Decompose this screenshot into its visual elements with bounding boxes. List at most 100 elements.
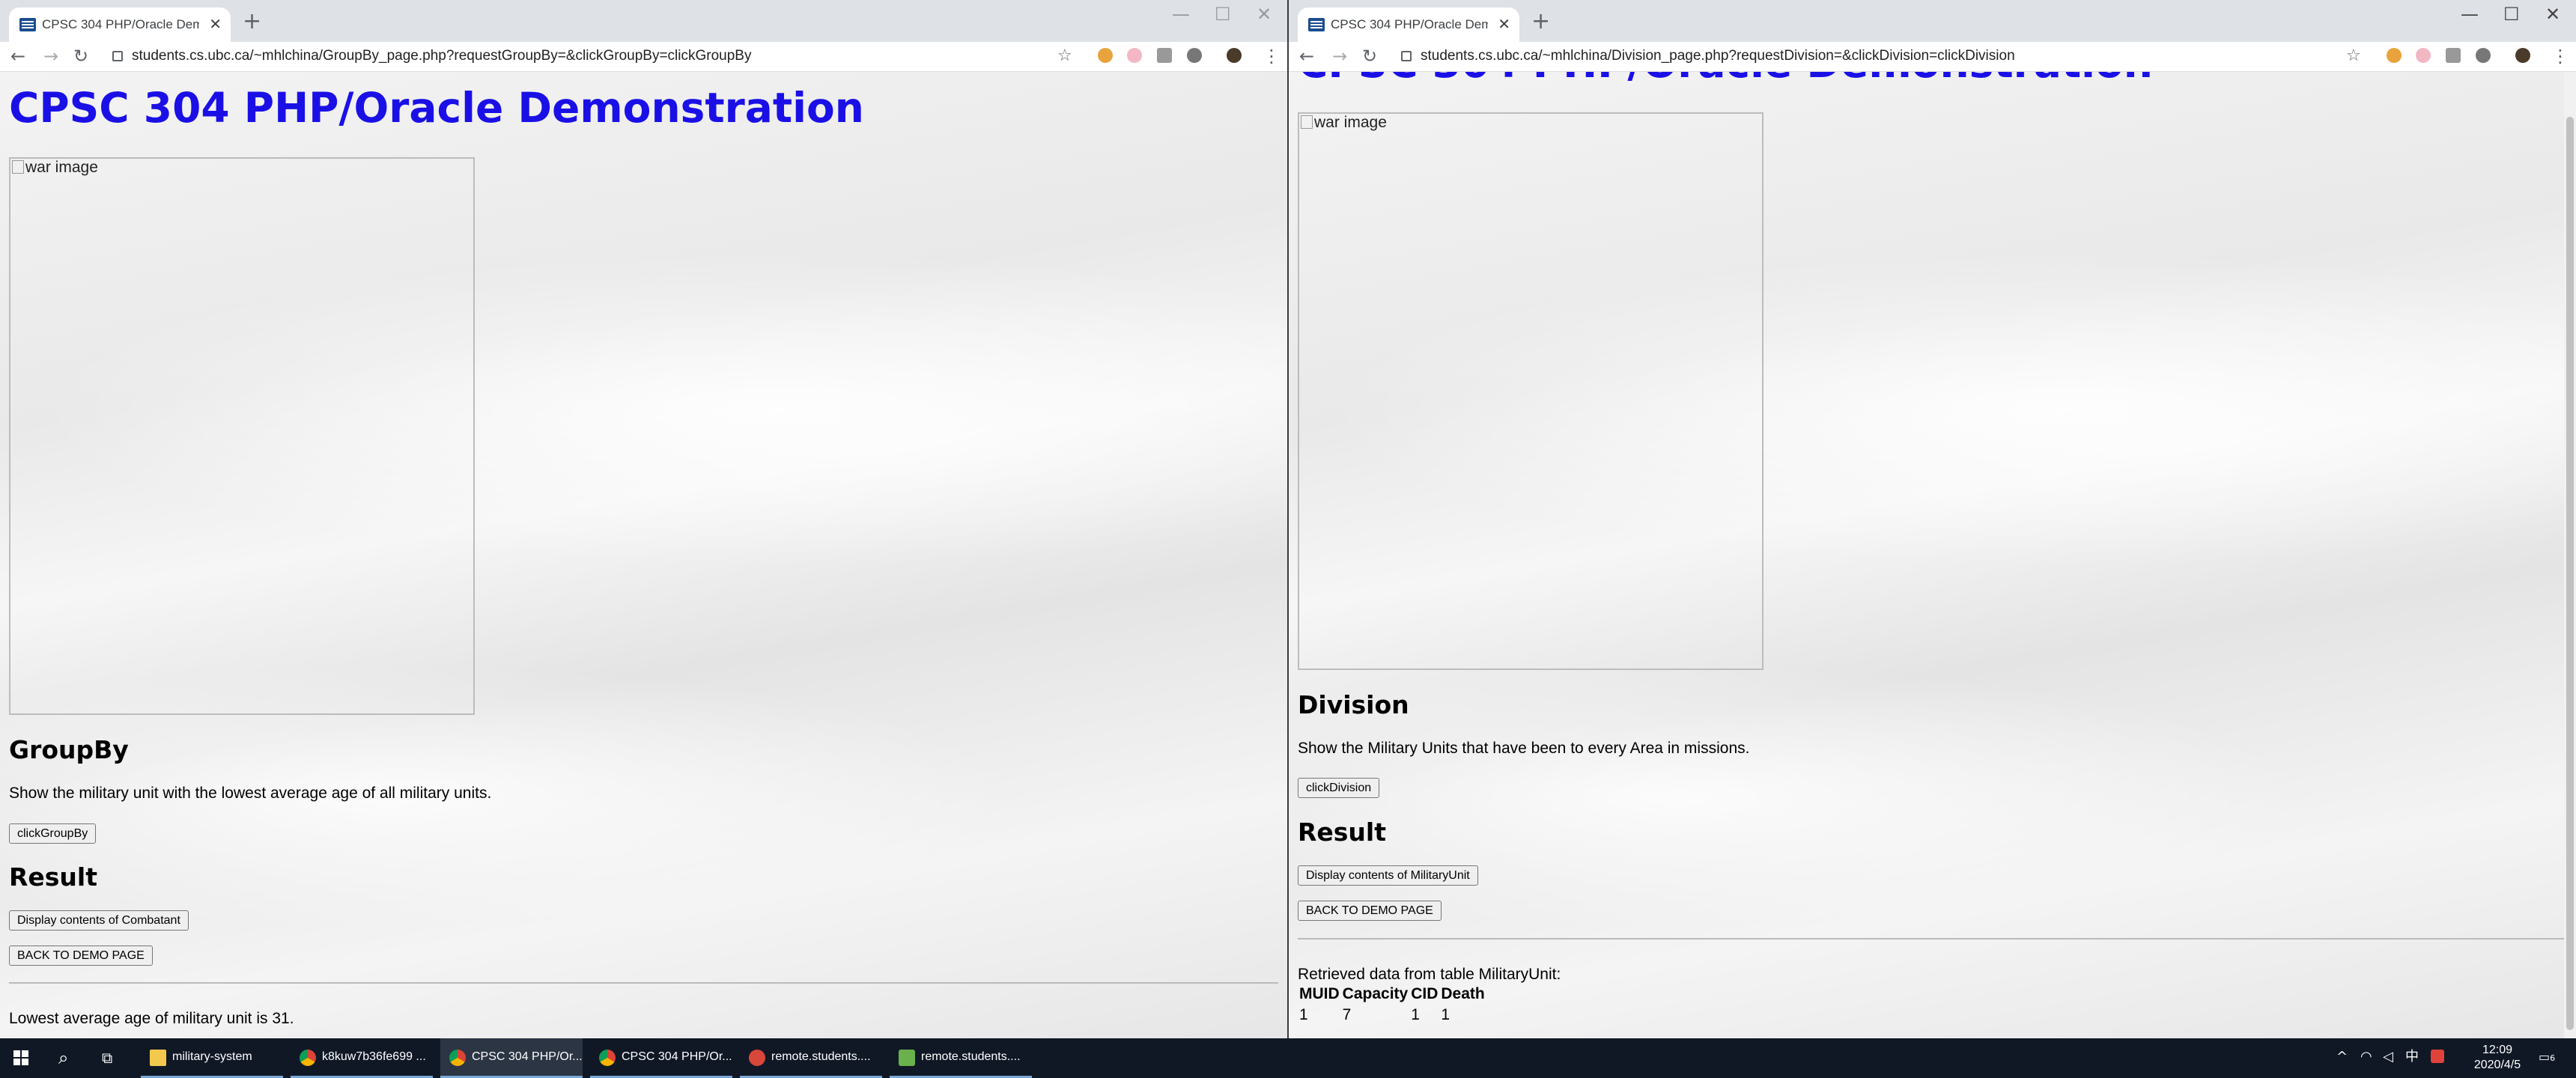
menu-kebab-icon[interactable]: ⋮ — [1263, 46, 1281, 66]
back-to-demo-button[interactable]: BACK TO DEMO PAGE — [9, 945, 153, 966]
chrome-icon — [599, 1050, 616, 1066]
bookmark-star-icon[interactable]: ☆ — [1057, 46, 1072, 66]
result-heading: Result — [9, 862, 98, 892]
app-tray-icon[interactable] — [2431, 1050, 2444, 1063]
tab-close-icon[interactable]: ✕ — [1498, 16, 1510, 32]
menu-kebab-icon[interactable]: ⋮ — [2551, 46, 2569, 66]
taskbar-app-label: remote.students.... — [771, 1050, 871, 1063]
system-clock[interactable]: 12:09 2020/4/5 — [2467, 1043, 2527, 1073]
scrollbar[interactable] — [2564, 72, 2576, 1038]
section-description: Show the Military Units that have been t… — [1298, 740, 1750, 757]
windows-start-icon[interactable] — [13, 1050, 28, 1065]
close-window-icon[interactable]: ✕ — [1257, 3, 1272, 25]
result-table: MUID Capacity CID Death 1 7 1 1 — [1299, 985, 1488, 1024]
click-division-button[interactable]: clickDivision — [1298, 778, 1380, 798]
browser-tab[interactable]: CPSC 304 PHP/Oracle Demonstr… ✕ — [1298, 7, 1519, 42]
column-header: Death — [1441, 985, 1485, 1002]
chevron-up-icon[interactable]: ^ — [2336, 1050, 2348, 1065]
taskbar-app-chrome[interactable]: CPSC 304 PHP/Or... — [590, 1038, 732, 1078]
taskbar-app-chrome[interactable]: CPSC 304 PHP/Or... — [440, 1038, 583, 1078]
war-image: war image — [9, 157, 475, 715]
table-row: 1 7 1 1 — [1299, 1003, 1488, 1024]
profile-avatar[interactable] — [1227, 48, 1242, 63]
chrome-icon — [300, 1050, 316, 1066]
extension-icon[interactable] — [1098, 48, 1113, 63]
taskbar-app-chrome[interactable]: k8kuw7b36fe699 ... — [291, 1038, 433, 1078]
network-icon[interactable]: ◠ — [2360, 1050, 2372, 1065]
extension-icon[interactable] — [2476, 48, 2491, 63]
minimize-icon[interactable]: — — [2461, 3, 2479, 25]
new-tab-icon[interactable]: + — [243, 10, 261, 33]
chrome-icon — [449, 1050, 466, 1066]
browser-tab[interactable]: CPSC 304 PHP/Oracle Demonstr… ✕ — [9, 7, 231, 42]
forward-arrow-icon[interactable]: → — [43, 46, 58, 66]
back-arrow-icon[interactable]: ← — [10, 46, 25, 66]
table-cell: 1 — [1441, 1006, 1450, 1023]
search-icon[interactable]: ⌕ — [58, 1049, 68, 1067]
table-cell: 1 — [1411, 1006, 1420, 1023]
bookmark-star-icon[interactable]: ☆ — [2346, 46, 2361, 66]
table-cell: 1 — [1299, 1006, 1308, 1023]
site-favicon-icon — [1308, 18, 1325, 31]
page-content: CPSC 304 PHP/Oracle Demonstration war im… — [1289, 72, 2576, 1038]
maximize-icon[interactable]: ☐ — [1215, 3, 1231, 25]
tab-title: CPSC 304 PHP/Oracle Demonstr… — [1331, 17, 1488, 31]
taskbar: ⌕ ⧉ military-system k8kuw7b36fe699 ... C… — [0, 1038, 2576, 1078]
extension-icon[interactable] — [2446, 48, 2461, 63]
minimize-icon[interactable]: — — [1172, 3, 1190, 25]
ime-indicator[interactable]: 中 — [2405, 1050, 2419, 1065]
divider — [1298, 938, 2567, 940]
display-combatant-button[interactable]: Display contents of Combatant — [9, 910, 189, 931]
image-alt-text: war image — [1314, 114, 1387, 131]
address-bar[interactable]: students.cs.ubc.ca/~mhlchina/GroupBy_pag… — [132, 48, 751, 64]
taskbar-app-remote[interactable]: remote.students.... — [890, 1038, 1032, 1078]
volume-icon[interactable]: ◁ — [2383, 1050, 2393, 1065]
broken-image-icon — [12, 160, 24, 174]
section-heading: Division — [1298, 690, 1409, 719]
reload-icon[interactable]: ↻ — [1362, 46, 1377, 66]
retrieved-text: Retrieved data from table MilitaryUnit: — [1298, 966, 1561, 983]
scrollbar-thumb[interactable] — [2566, 117, 2574, 1030]
section-description: Show the military unit with the lowest a… — [9, 785, 492, 802]
taskbar-app-label: k8kuw7b36fe699 ... — [322, 1050, 426, 1063]
taskbar-app-explorer[interactable]: military-system — [141, 1038, 283, 1078]
tab-close-icon[interactable]: ✕ — [209, 16, 222, 32]
display-militaryunit-button[interactable]: Display contents of MilitaryUnit — [1298, 865, 1478, 886]
war-image: war image — [1298, 112, 1764, 670]
extension-icon[interactable] — [1127, 48, 1142, 63]
extension-icon[interactable] — [1157, 48, 1172, 63]
taskbar-app-label: CPSC 304 PHP/Or... — [472, 1050, 583, 1063]
notification-icon[interactable]: ▭6 — [2539, 1050, 2555, 1066]
close-window-icon[interactable]: ✕ — [2545, 3, 2560, 25]
task-view-icon[interactable]: ⧉ — [102, 1049, 112, 1067]
folder-icon — [150, 1050, 166, 1066]
column-header: MUID — [1299, 985, 1340, 1002]
new-tab-icon[interactable]: + — [1531, 10, 1550, 33]
remote-session-icon — [899, 1050, 915, 1066]
click-groupby-button[interactable]: clickGroupBy — [9, 823, 97, 844]
extension-icon[interactable] — [2387, 48, 2402, 63]
taskbar-app-remote[interactable]: remote.students.... — [740, 1038, 882, 1078]
browser-window-left: CPSC 304 PHP/Oracle Demonstr… ✕ + — ☐ ✕ … — [0, 0, 1287, 1038]
tab-title: CPSC 304 PHP/Oracle Demonstr… — [42, 17, 199, 31]
result-heading: Result — [1298, 817, 1387, 847]
image-alt-text: war image — [25, 159, 98, 176]
back-to-demo-button[interactable]: BACK TO DEMO PAGE — [1298, 901, 1442, 921]
clock-date: 2020/4/5 — [2473, 1059, 2521, 1071]
profile-avatar[interactable] — [2515, 48, 2530, 63]
extension-icon[interactable] — [1187, 48, 1202, 63]
lock-icon — [1401, 51, 1412, 61]
column-header: CID — [1411, 985, 1439, 1002]
section-heading: GroupBy — [9, 735, 129, 764]
taskbar-app-label: remote.students.... — [921, 1050, 1021, 1063]
divider — [9, 982, 1278, 984]
reload-icon[interactable]: ↻ — [73, 46, 88, 66]
browser-toolbar: ← → ↻ students.cs.ubc.ca/~mhlchina/Group… — [0, 42, 1287, 72]
back-arrow-icon[interactable]: ← — [1299, 46, 1314, 66]
tab-strip: CPSC 304 PHP/Oracle Demonstr… ✕ + — ☐ ✕ — [0, 0, 1287, 42]
address-bar[interactable]: students.cs.ubc.ca/~mhlchina/Division_pa… — [1421, 48, 2015, 64]
maximize-icon[interactable]: ☐ — [2503, 3, 2520, 25]
extension-icon[interactable] — [2416, 48, 2431, 63]
forward-arrow-icon[interactable]: → — [1332, 46, 1347, 66]
taskbar-app-label: military-system — [172, 1050, 252, 1063]
